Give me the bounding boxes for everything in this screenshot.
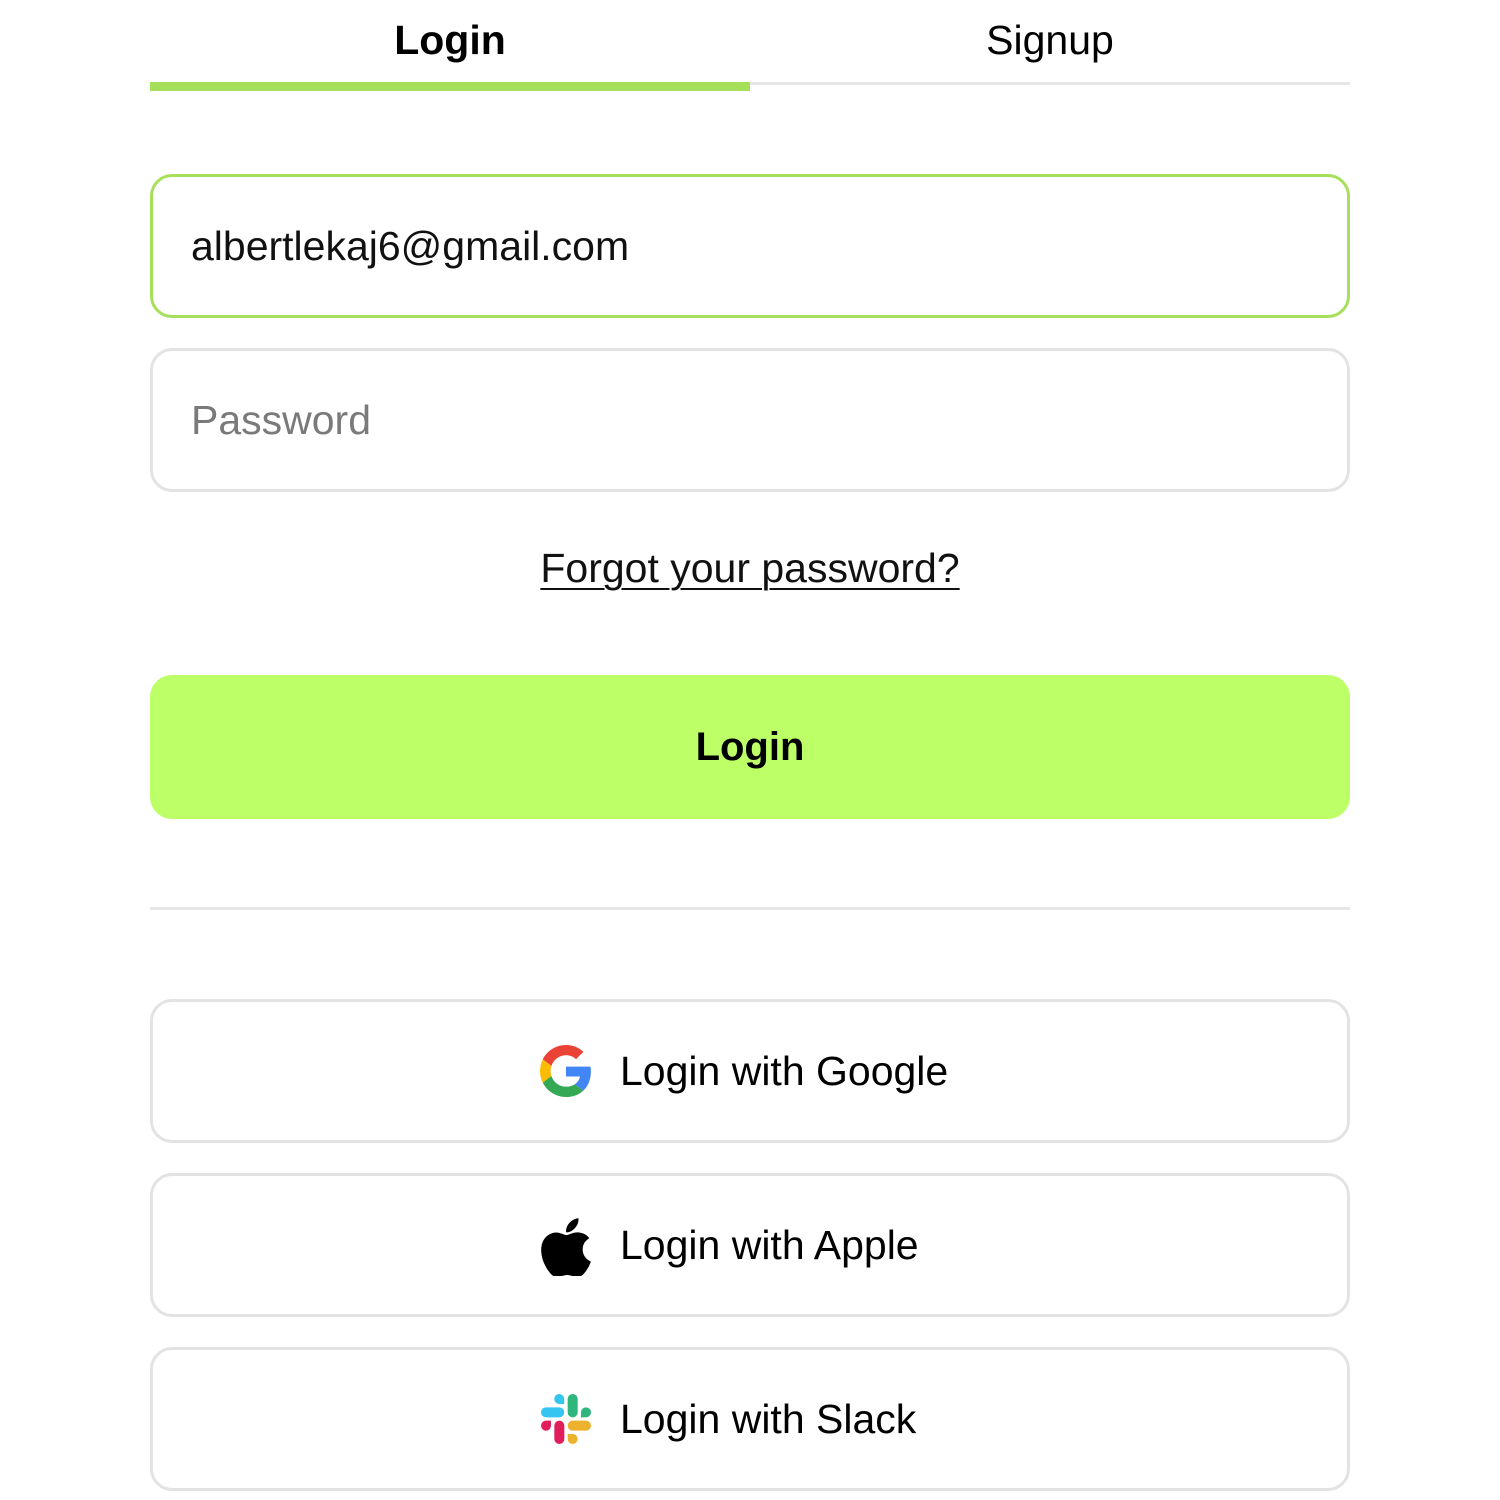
tab-login[interactable]: Login — [150, 0, 750, 92]
login-with-google-button[interactable]: Login with Google — [150, 999, 1350, 1143]
email-input[interactable] — [150, 174, 1350, 318]
forgot-password-row: Forgot your password? — [0, 542, 1500, 594]
slack-button-content: Login with Slack — [538, 1350, 916, 1488]
login-with-apple-button[interactable]: Login with Apple — [150, 1173, 1350, 1317]
apple-icon — [538, 1217, 594, 1276]
slack-icon — [538, 1391, 594, 1447]
login-with-slack-button[interactable]: Login with Slack — [150, 1347, 1350, 1491]
forgot-password-link[interactable]: Forgot your password? — [540, 545, 959, 591]
tab-signup-label: Signup — [986, 17, 1114, 63]
google-icon — [538, 1043, 594, 1099]
auth-tabs: Login Signup — [150, 0, 1350, 92]
login-page: Login Signup Forgot your password? Login… — [0, 0, 1500, 1500]
tab-active-indicator — [150, 82, 750, 91]
tab-login-label: Login — [394, 17, 506, 63]
tab-signup[interactable]: Signup — [750, 0, 1350, 92]
login-submit-button[interactable]: Login — [150, 675, 1350, 819]
apple-button-label: Login with Apple — [620, 1221, 919, 1268]
password-input[interactable] — [150, 348, 1350, 492]
google-button-label: Login with Google — [620, 1047, 949, 1094]
section-divider — [150, 907, 1350, 910]
google-button-content: Login with Google — [538, 1002, 948, 1140]
slack-button-label: Login with Slack — [620, 1395, 917, 1442]
apple-button-content: Login with Apple — [538, 1176, 919, 1314]
